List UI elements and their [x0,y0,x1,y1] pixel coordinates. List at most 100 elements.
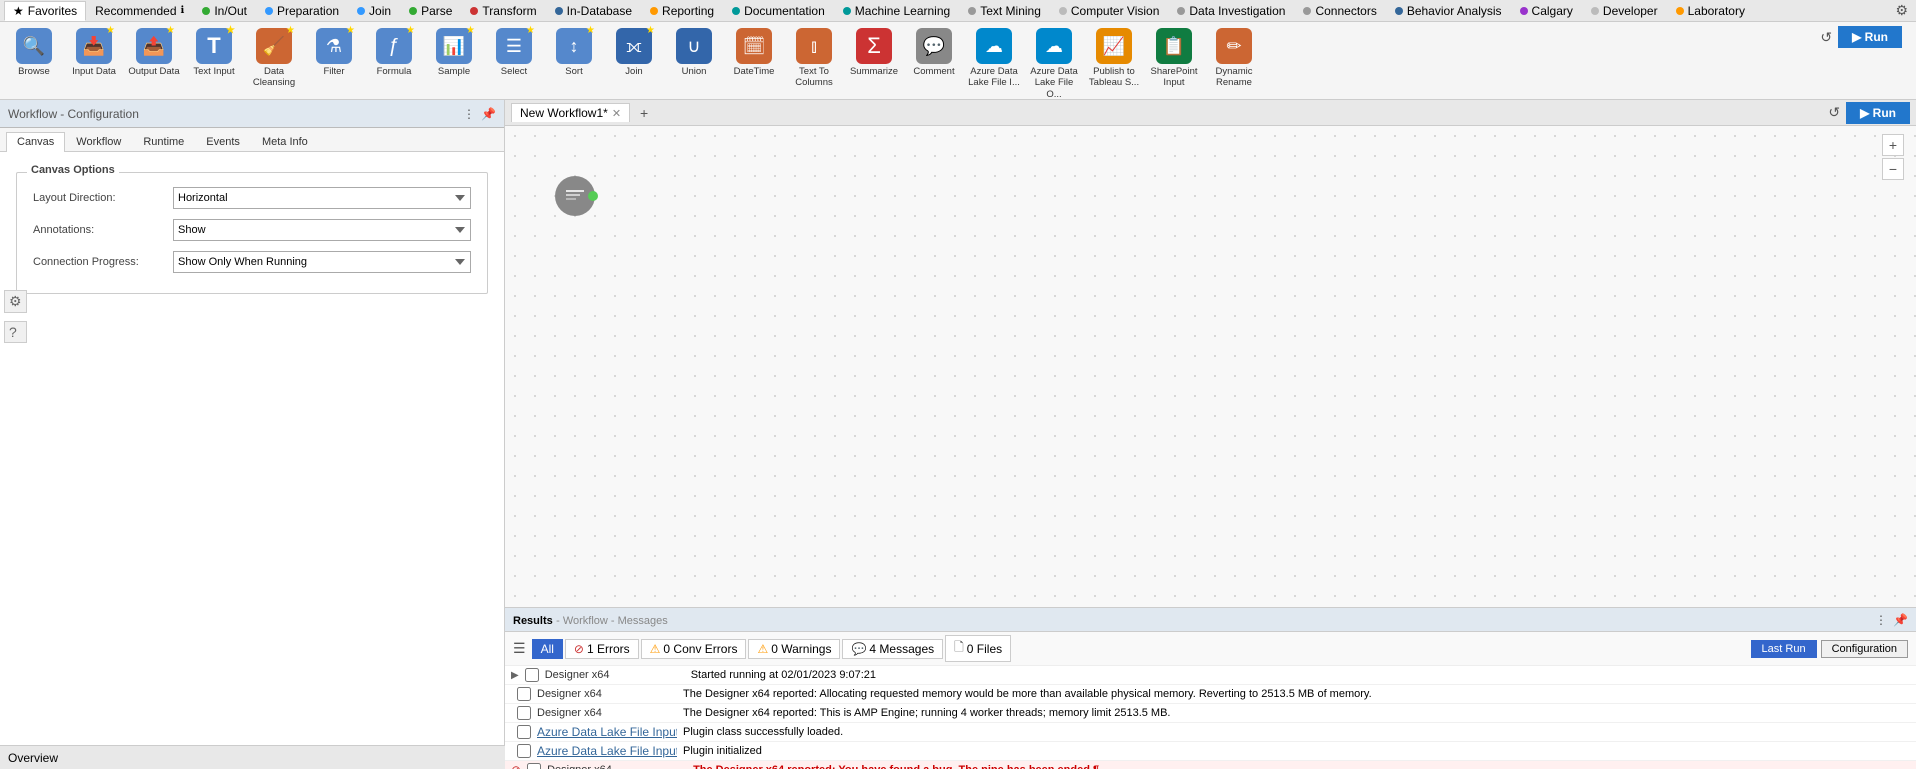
azure-link-2[interactable]: Azure Data Lake File Input (1) [537,744,677,758]
canvas-tab-close-icon[interactable]: ✕ [612,107,621,120]
tool-summarize-label: Summarize [850,66,898,77]
tab-textmining[interactable]: Text Mining [959,1,1050,21]
row-checkbox[interactable] [517,725,531,739]
tool-summarize[interactable]: Σ Summarize [846,26,902,79]
workflow-node[interactable] [555,176,595,216]
tool-textinput[interactable]: ★ T Text Input [186,26,242,79]
tool-sort[interactable]: ★ ↕ Sort [546,26,602,79]
refresh-canvas-icon[interactable]: ↺ [1828,104,1840,121]
tab-recommended[interactable]: Recommended ℹ [86,1,193,21]
canvas-tab-workflow1[interactable]: New Workflow1* ✕ [511,103,630,122]
panel-pin-icon[interactable]: 📌 [481,107,496,121]
refresh-icon[interactable]: ↺ [1820,29,1832,46]
row-checkbox[interactable] [517,744,531,758]
connection-progress-label: Connection Progress: [33,256,173,268]
config-tab-metainfo[interactable]: Meta Info [251,132,319,151]
tab-connectors[interactable]: Connectors [1294,1,1385,21]
row-checkbox[interactable] [517,706,531,720]
tab-computervision[interactable]: Computer Vision [1050,1,1169,21]
tab-favorites[interactable]: ★ Favorites [4,1,86,21]
tool-azuredlinput-label: Azure Data Lake File I... [968,66,1020,89]
tab-calgary[interactable]: Calgary [1511,1,1582,21]
configuration-button[interactable]: Configuration [1821,640,1908,658]
tool-join[interactable]: ★ ⟗ Join [606,26,662,79]
tab-machinelearning[interactable]: Machine Learning [834,1,959,21]
azure-link-1[interactable]: Azure Data Lake File Input (1) [537,725,677,739]
tool-sample[interactable]: ★ 📊 Sample [426,26,482,79]
results-pin-icon[interactable]: 📌 [1893,613,1908,627]
ml-dot [843,7,851,15]
res-tab-messages[interactable]: 💬 4 Messages [842,639,943,659]
tab-laboratory[interactable]: Laboratory [1667,1,1754,21]
res-tab-converrors[interactable]: ⚠ 0 Conv Errors [641,639,747,659]
tab-documentation[interactable]: Documentation [723,1,834,21]
tab-behavioranalysis[interactable]: Behavior Analysis [1386,1,1511,21]
config-tab-canvas[interactable]: Canvas [6,132,65,152]
tool-comment[interactable]: 💬 Comment [906,26,962,79]
layout-direction-select[interactable]: Horizontal Vertical [173,187,471,209]
union-icon: ∪ [676,28,712,64]
run-button[interactable]: ▶ Run [1838,26,1902,48]
annotations-select[interactable]: Show Hide [173,219,471,241]
connection-progress-select[interactable]: Show Only When Running Always Show Never… [173,251,471,273]
config-tab-events[interactable]: Events [195,132,251,151]
tool-formula-label: Formula [377,66,412,77]
select-icon: ★ ☰ [496,28,532,64]
tab-preparation[interactable]: Preparation [256,1,348,21]
results-menu-icon[interactable]: ⋮ [1875,613,1887,627]
row-source: Designer x64 [545,669,685,681]
canvas-top-right: ↺ ▶ Run [1828,102,1910,124]
run-button-2[interactable]: ▶ Run [1846,102,1910,124]
tab-developer[interactable]: Developer [1582,1,1667,21]
settings-icon[interactable]: ⚙ [1895,2,1908,19]
tab-connectors-label: Connectors [1315,4,1376,18]
res-tab-errors[interactable]: ⊘ 1 Errors [565,639,639,659]
left-icon-1[interactable]: ⚙ [4,290,27,313]
tool-browse[interactable]: 🔍 Browse [6,26,62,79]
res-list-icon[interactable]: ☰ [513,640,526,657]
star-filter: ★ [346,25,355,36]
tab-inout[interactable]: In/Out [193,1,256,21]
config-tab-runtime[interactable]: Runtime [132,132,195,151]
add-tab-button[interactable]: + [634,103,654,123]
tool-select[interactable]: ★ ☰ Select [486,26,542,79]
browse-icon: 🔍 [16,28,52,64]
tab-datainvestigation[interactable]: Data Investigation [1168,1,1294,21]
left-icon-2[interactable]: ? [4,321,27,343]
row-expand-icon[interactable]: ▶ [511,670,519,681]
last-run-button[interactable]: Last Run [1751,640,1817,658]
tool-datacleansing[interactable]: ★ 🧹 Data Cleansing [246,26,302,91]
tool-outputdata[interactable]: ★ 📤 Output Data [126,26,182,79]
tool-sharepoint[interactable]: 📋 SharePoint Input [1146,26,1202,91]
node-icon[interactable] [555,176,595,216]
tab-indatabase[interactable]: In-Database [546,1,641,21]
tool-formula[interactable]: ★ ƒ Formula [366,26,422,79]
tool-texttocolumns[interactable]: ⫾ Text To Columns [786,26,842,91]
tool-comment-label: Comment [913,66,954,77]
tool-azuredloutput[interactable]: ☁ Azure Data Lake File O... [1026,26,1082,102]
row-checkbox[interactable] [525,668,539,682]
res-tab-files[interactable]: 🗋 0 Files [945,635,1011,662]
tab-transform[interactable]: Transform [461,1,545,21]
res-tab-warnings[interactable]: ⚠ 0 Warnings [748,639,840,659]
row-checkbox[interactable] [527,763,541,769]
tool-azuredlinput[interactable]: ☁ Azure Data Lake File I... [966,26,1022,91]
tool-inputdata[interactable]: ★ 📥 Input Data [66,26,122,79]
config-tab-workflow[interactable]: Workflow [65,132,132,151]
tool-sample-label: Sample [438,66,470,77]
zoom-out-button[interactable]: − [1882,158,1904,180]
panel-menu-icon[interactable]: ⋮ [463,107,475,121]
tab-join[interactable]: Join [348,1,400,21]
tab-parse[interactable]: Parse [400,1,461,21]
row-checkbox[interactable] [517,687,531,701]
tool-tableau[interactable]: 📈 Publish to Tableau S... [1086,26,1142,91]
tool-union[interactable]: ∪ Union [666,26,722,79]
res-tab-all[interactable]: All [532,639,563,659]
tab-tm-label: Text Mining [980,4,1041,18]
zoom-in-button[interactable]: + [1882,134,1904,156]
tool-datetime[interactable]: 🗓 DateTime [726,26,782,79]
tab-reporting[interactable]: Reporting [641,1,723,21]
tool-filter[interactable]: ★ ⚗ Filter [306,26,362,79]
tool-dynamicrename[interactable]: ✏ Dynamic Rename [1206,26,1262,91]
star-join: ★ [646,25,655,36]
